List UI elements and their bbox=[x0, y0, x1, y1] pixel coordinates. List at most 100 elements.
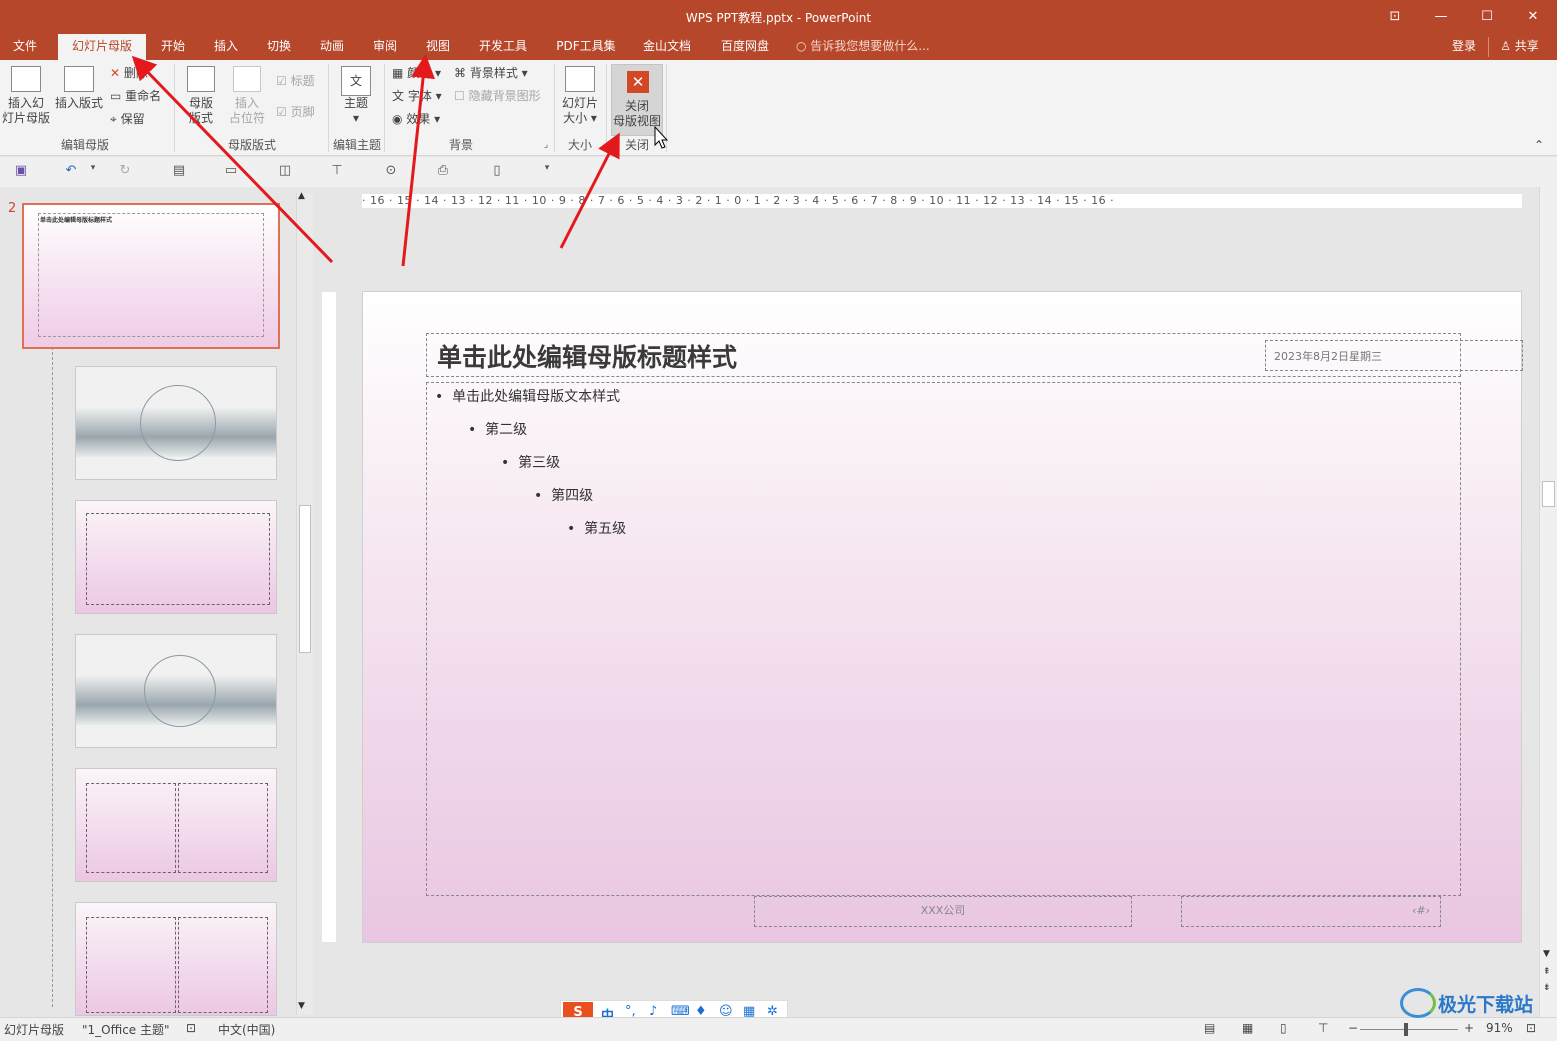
tab-developer[interactable]: 开发工具 bbox=[470, 34, 536, 60]
date-placeholder[interactable]: 2023年8月2日星期三 bbox=[1265, 340, 1523, 371]
tab-insert[interactable]: 插入 bbox=[205, 34, 247, 60]
sign-in-link[interactable]: 登录 bbox=[1452, 34, 1476, 58]
level-1-text: 单击此处编辑母版文本样式 bbox=[452, 389, 621, 405]
footer-placeholder[interactable]: XXX公司 bbox=[754, 896, 1132, 927]
thumbnail-layout-3[interactable] bbox=[75, 634, 277, 748]
level-3-text: 第三级 bbox=[518, 455, 561, 471]
tab-home[interactable]: 开始 bbox=[152, 34, 194, 60]
background-styles-button[interactable]: ⌘ 背景样式 ▾ bbox=[454, 66, 528, 81]
zoom-level[interactable]: 91% bbox=[1486, 1021, 1513, 1035]
footer-checkbox[interactable]: ☑ 页脚 bbox=[276, 105, 315, 120]
tab-review[interactable]: 审阅 bbox=[364, 34, 406, 60]
undo-dropdown-icon[interactable]: ▾ bbox=[84, 163, 102, 181]
tab-slide-master[interactable]: 幻灯片母版 bbox=[58, 34, 146, 60]
tab-animations[interactable]: 动画 bbox=[311, 34, 353, 60]
zoom-out-icon[interactable]: − bbox=[1348, 1021, 1358, 1035]
new-slide-icon[interactable]: ▤ bbox=[170, 163, 188, 181]
close-label-2: 母版视图 bbox=[612, 114, 661, 128]
scroll-up-icon[interactable]: ▲ bbox=[298, 191, 305, 201]
fonts-button[interactable]: 文 字体 ▾ bbox=[392, 89, 442, 104]
rename-button[interactable]: ▭ 重命名 bbox=[110, 89, 161, 104]
close-x-icon: ✕ bbox=[627, 71, 649, 93]
fit-to-window-icon[interactable]: ⊡ bbox=[1526, 1021, 1536, 1035]
normal-view-icon[interactable]: ▤ bbox=[1204, 1021, 1215, 1035]
zoom-in-icon[interactable]: + bbox=[1464, 1021, 1474, 1035]
tab-view[interactable]: 视图 bbox=[417, 34, 459, 60]
quick-access-toolbar: ▣ ↶ ▾ ↻ ▤ ▭ ◫ ⊤ ⊙ ⎙ ▯ ▾ bbox=[0, 157, 1557, 187]
fonts-icon: 文 bbox=[392, 89, 408, 103]
footer-text: XXX公司 bbox=[920, 904, 966, 917]
master-layout-button[interactable]: 母版 版式 bbox=[184, 66, 218, 126]
collapse-ribbon-icon[interactable]: ⌃ bbox=[1534, 138, 1544, 153]
body-level-1: • 单击此处编辑母版文本样式 bbox=[435, 389, 621, 405]
slide-master-icon bbox=[11, 66, 41, 92]
page-number-text: ‹#› bbox=[1411, 904, 1430, 917]
insert-layout-button[interactable]: 插入版式 bbox=[54, 66, 104, 111]
vertical-ruler bbox=[322, 292, 336, 942]
close-master-view-button[interactable]: ✕ 关闭 母版视图 bbox=[611, 64, 663, 136]
tab-pdf-tools[interactable]: PDF工具集 bbox=[548, 34, 624, 60]
print-preview-icon[interactable]: ⊙ bbox=[382, 163, 400, 181]
tab-file[interactable]: 文件 bbox=[0, 34, 50, 60]
thumbnail-layout-5[interactable] bbox=[75, 902, 277, 1016]
watermark-logo: 极光下载站 bbox=[1400, 986, 1552, 1020]
text-box-icon[interactable]: ▭ bbox=[222, 163, 240, 181]
insert-slide-master-button[interactable]: 插入幻 灯片母版 bbox=[2, 66, 50, 126]
tab-baidu-pan[interactable]: 百度网盘 bbox=[712, 34, 778, 60]
delete-button[interactable]: ✕ 删除 bbox=[110, 66, 148, 81]
minimize-button[interactable]: — bbox=[1418, 4, 1464, 30]
zoom-slider[interactable] bbox=[1360, 1029, 1458, 1030]
colors-button[interactable]: ▦ 颜色 ▾ bbox=[392, 66, 441, 81]
slide-number-placeholder[interactable]: ‹#› bbox=[1181, 896, 1441, 927]
undo-icon[interactable]: ↶ bbox=[62, 163, 80, 181]
horizontal-ruler: · 16 · 15 · 14 · 13 · 12 · 11 · 10 · 9 ·… bbox=[362, 194, 1522, 208]
insert-master-label-2: 灯片母版 bbox=[2, 111, 51, 125]
tab-kingsoft-docs[interactable]: 金山文档 bbox=[634, 34, 700, 60]
tell-me-search[interactable]: ○ 告诉我您想要做什么... bbox=[796, 34, 930, 60]
slideshow-view-icon[interactable]: ⊤ bbox=[1318, 1021, 1328, 1035]
colors-icon: ▦ bbox=[392, 66, 408, 80]
scroll-thumb[interactable] bbox=[1542, 481, 1555, 507]
close-window-button[interactable]: ✕ bbox=[1510, 4, 1556, 30]
insert-placeholder-button[interactable]: 插入 占位符 bbox=[224, 66, 270, 126]
scroll-thumb[interactable] bbox=[299, 505, 311, 653]
watermark-text: 极光下载站 bbox=[1438, 994, 1534, 1016]
status-language[interactable]: 中文(中国) bbox=[218, 1021, 275, 1038]
slide-sorter-icon[interactable]: ▦ bbox=[1242, 1021, 1253, 1035]
thumbnail-scrollbar[interactable]: ▲ ▼ bbox=[296, 191, 313, 1015]
previous-slide-icon[interactable]: ⇞ bbox=[1543, 967, 1551, 977]
share-button[interactable]: ♙ 共享 bbox=[1488, 37, 1550, 57]
zoom-slider-thumb[interactable] bbox=[1404, 1023, 1408, 1036]
preserve-button[interactable]: ⌖ 保留 bbox=[110, 112, 145, 127]
ribbon-display-options-icon[interactable]: ⊡ bbox=[1372, 4, 1418, 30]
save-icon[interactable]: ▣ bbox=[12, 163, 30, 181]
scroll-down-icon[interactable]: ▼ bbox=[1543, 949, 1550, 959]
thumbnail-layout-1[interactable] bbox=[75, 366, 277, 480]
dialog-launcher-icon[interactable]: ⌟ bbox=[540, 140, 552, 150]
document-icon[interactable]: ▯ bbox=[488, 163, 506, 181]
scroll-down-icon[interactable]: ▼ bbox=[298, 1001, 305, 1011]
group-label-master-layout: 母版版式 bbox=[227, 138, 276, 152]
canvas-scrollbar[interactable]: ▼ ⇞ ⇟ bbox=[1539, 187, 1557, 1017]
tab-transitions[interactable]: 切换 bbox=[258, 34, 300, 60]
title-checkbox[interactable]: ☑ 标题 bbox=[276, 74, 315, 89]
checkbox-icon: ☐ bbox=[454, 89, 469, 103]
presenter-icon[interactable]: ⊤ bbox=[328, 163, 346, 181]
maximize-button[interactable]: ☐ bbox=[1464, 4, 1510, 30]
reading-view-icon[interactable]: ▯ bbox=[1280, 1021, 1287, 1035]
customize-qat-icon[interactable]: ▾ bbox=[538, 163, 556, 181]
slideshow-icon[interactable]: ◫ bbox=[276, 163, 294, 181]
thumbnail-layout-2[interactable] bbox=[75, 500, 277, 614]
accessibility-icon[interactable]: ⊡ bbox=[186, 1021, 196, 1035]
slide-size-button[interactable]: 幻灯片 大小 ▾ bbox=[558, 66, 602, 126]
themes-button[interactable]: 文 主题 ▾ bbox=[336, 66, 376, 126]
body-placeholder[interactable] bbox=[426, 382, 1461, 896]
effects-button[interactable]: ◉ 效果 ▾ bbox=[392, 112, 440, 127]
redo-icon[interactable]: ↻ bbox=[116, 163, 134, 181]
thumbnail-master[interactable]: 单击此处编辑母版标题样式 bbox=[22, 203, 280, 349]
print-icon[interactable]: ⎙ bbox=[434, 163, 452, 181]
insert-placeholder-label-1: 插入 bbox=[234, 96, 259, 110]
ribbon: 插入幻 灯片母版 插入版式 ✕ 删除 ▭ 重命名 ⌖ 保留 编辑母版 母版 版式… bbox=[0, 60, 1557, 156]
hide-background-checkbox[interactable]: ☐ 隐藏背景图形 bbox=[454, 89, 541, 104]
thumbnail-layout-4[interactable] bbox=[75, 768, 277, 882]
